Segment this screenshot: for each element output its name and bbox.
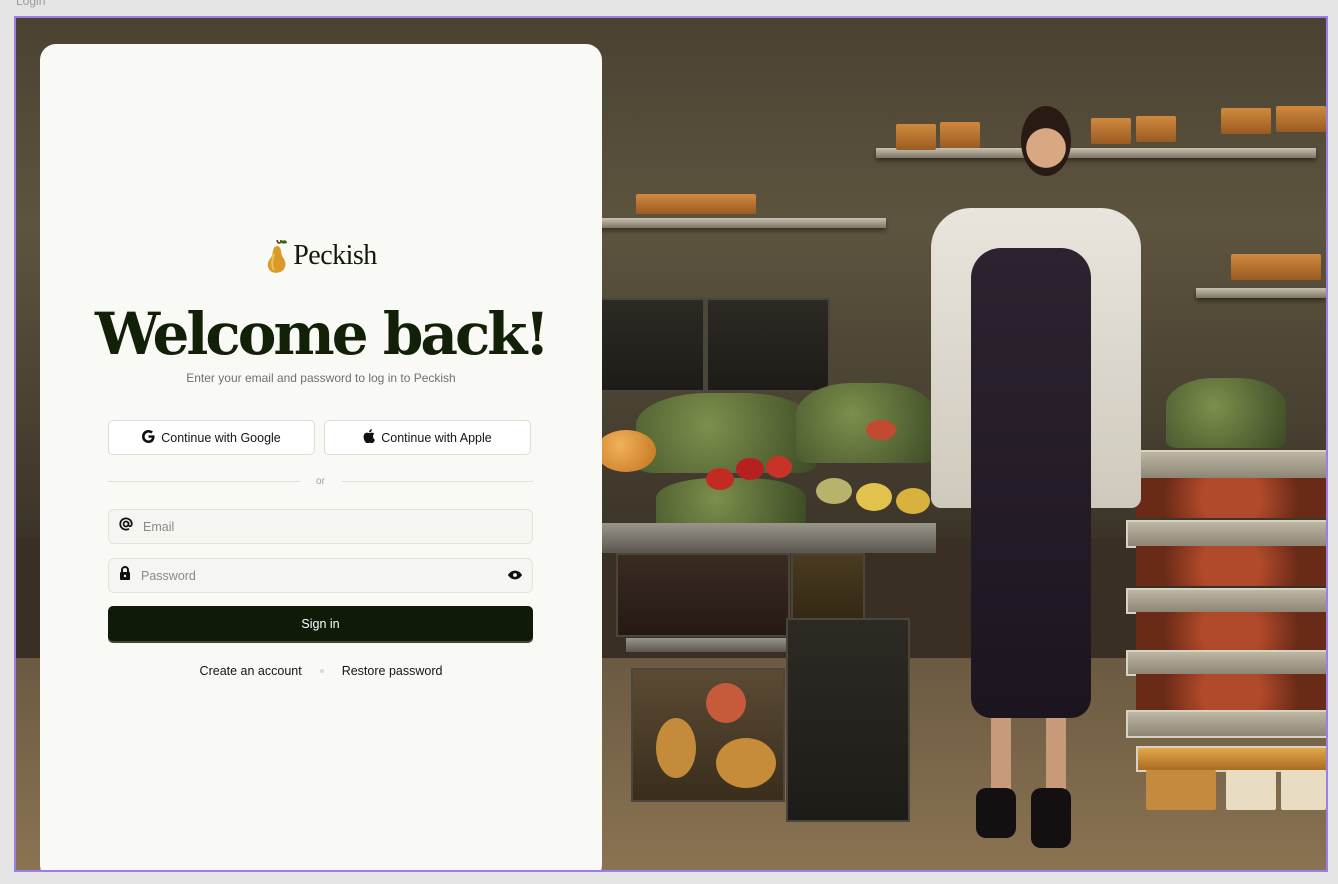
separator-dot [319,669,324,673]
apple-icon [363,429,376,446]
eye-icon[interactable] [508,567,522,585]
login-card: Peckish Welcome back! Enter your email a… [40,44,602,870]
or-divider: or [108,476,533,487]
pear-icon [265,236,289,276]
page-subtitle: Enter your email and password to log in … [186,371,456,385]
password-field[interactable] [108,558,533,593]
sign-in-button[interactable]: Sign in [108,606,533,641]
create-account-link[interactable]: Create an account [200,664,302,678]
password-input[interactable] [139,567,500,584]
apple-signin-button[interactable]: Continue with Apple [324,420,531,455]
brand-logo[interactable]: Peckish [40,236,602,276]
at-sign-icon [119,517,133,536]
brand-name: Peckish [293,240,377,271]
google-signin-button[interactable]: Continue with Google [108,420,315,455]
frame-label: Login [16,0,46,8]
google-icon [142,429,155,446]
email-field[interactable] [108,509,533,544]
google-button-label: Continue with Google [161,430,281,445]
account-links: Create an account Restore password [40,664,602,678]
restore-password-link[interactable]: Restore password [342,664,443,678]
lock-icon [119,566,131,585]
apple-button-label: Continue with Apple [381,430,492,445]
artboard: Peckish Welcome back! Enter your email a… [14,16,1328,872]
page-title: Welcome back! [95,300,550,368]
email-input[interactable] [141,518,522,535]
